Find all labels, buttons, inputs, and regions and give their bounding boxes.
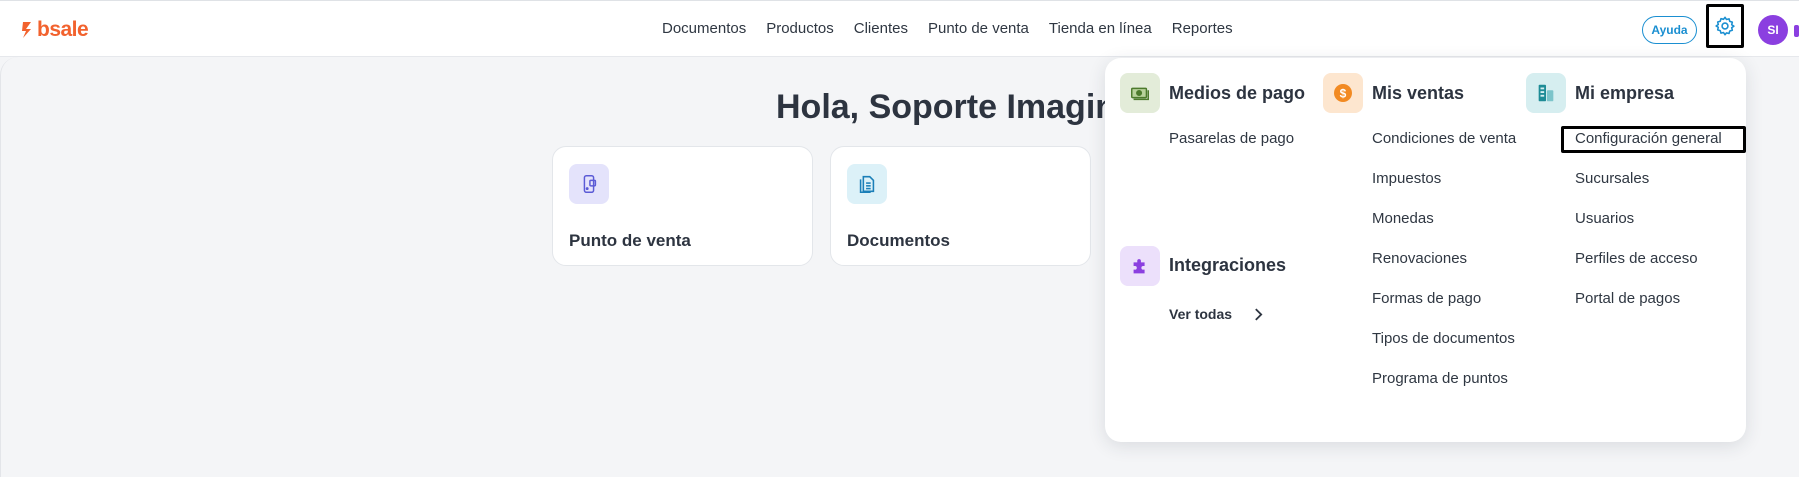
selection-highlight bbox=[1561, 126, 1746, 153]
user-avatar[interactable]: SI bbox=[1758, 15, 1788, 45]
document-icon bbox=[847, 164, 887, 204]
menu-link-condiciones-de-venta[interactable]: Condiciones de venta bbox=[1372, 130, 1516, 147]
menu-link-portal-de-pagos[interactable]: Portal de pagos bbox=[1575, 290, 1680, 307]
settings-dropdown: Medios de pago Pasarelas de pago Integra… bbox=[1105, 58, 1746, 442]
nav-item-reportes[interactable]: Reportes bbox=[1172, 20, 1233, 37]
main-nav: Documentos Productos Clientes Punto de v… bbox=[662, 20, 1253, 37]
page-title: Hola, Soporte Imagin bbox=[776, 88, 1117, 126]
brand-name: bsale bbox=[37, 18, 89, 41]
card-label: Documentos bbox=[847, 231, 950, 250]
nav-item-clientes[interactable]: Clientes bbox=[854, 20, 908, 37]
menu-link-programa-de-puntos[interactable]: Programa de puntos bbox=[1372, 370, 1508, 387]
card-punto-de-venta[interactable]: Punto de venta bbox=[552, 146, 813, 266]
building-icon bbox=[1526, 73, 1566, 113]
menu-link-renovaciones[interactable]: Renovaciones bbox=[1372, 250, 1467, 267]
menu-link-pasarelas-de-pago[interactable]: Pasarelas de pago bbox=[1169, 130, 1294, 147]
settings-button[interactable] bbox=[1706, 4, 1744, 48]
menu-link-sucursales[interactable]: Sucursales bbox=[1575, 170, 1649, 187]
menu-link-formas-de-pago[interactable]: Formas de pago bbox=[1372, 290, 1481, 307]
menu-link-usuarios[interactable]: Usuarios bbox=[1575, 210, 1634, 227]
card-documentos[interactable]: Documentos bbox=[830, 146, 1091, 266]
nav-item-tienda-en-linea[interactable]: Tienda en línea bbox=[1049, 20, 1152, 37]
chevron-right-icon bbox=[1255, 307, 1263, 321]
svg-text:$: $ bbox=[1340, 87, 1347, 101]
nav-item-productos[interactable]: Productos bbox=[766, 20, 834, 37]
bsale-logo-icon bbox=[22, 22, 31, 38]
dollar-coin-icon: $ bbox=[1323, 73, 1363, 113]
menu-link-monedas[interactable]: Monedas bbox=[1372, 210, 1434, 227]
menu-link-impuestos[interactable]: Impuestos bbox=[1372, 170, 1441, 187]
bsale-logo[interactable]: bsale bbox=[20, 18, 89, 41]
puzzle-icon bbox=[1120, 246, 1160, 286]
gear-icon bbox=[1715, 16, 1735, 36]
menu-link-tipos-de-documentos[interactable]: Tipos de documentos bbox=[1372, 330, 1515, 347]
nav-item-documentos[interactable]: Documentos bbox=[662, 20, 746, 37]
section-title-integraciones: Integraciones bbox=[1169, 255, 1287, 275]
top-bar: bsale Documentos Productos Clientes Punt… bbox=[0, 0, 1799, 57]
help-button[interactable]: Ayuda bbox=[1642, 16, 1697, 44]
avatar-menu-edge bbox=[1794, 25, 1799, 37]
section-title-mi-empresa: Mi empresa bbox=[1575, 83, 1675, 103]
menu-link-perfiles-de-acceso[interactable]: Perfiles de acceso bbox=[1575, 250, 1698, 267]
section-title-mis-ventas: Mis ventas bbox=[1372, 83, 1465, 103]
nav-item-punto-de-venta[interactable]: Punto de venta bbox=[928, 20, 1029, 37]
card-label: Punto de venta bbox=[569, 231, 691, 250]
cash-icon bbox=[1120, 73, 1160, 113]
see-all-integrations-link[interactable]: Ver todas bbox=[1169, 306, 1263, 322]
section-title-medios-de-pago: Medios de pago bbox=[1169, 83, 1306, 103]
see-all-label: Ver todas bbox=[1169, 306, 1233, 322]
pos-terminal-icon bbox=[569, 164, 609, 204]
